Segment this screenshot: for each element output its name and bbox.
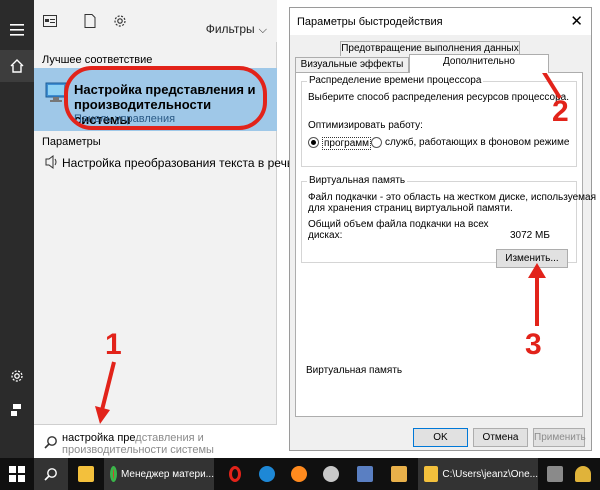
user-account-icon[interactable] <box>0 394 34 426</box>
step-1-arrow <box>95 361 116 424</box>
edge-icon[interactable] <box>252 458 282 490</box>
taskbar-item-explorer-path[interactable]: C:\Users\jeanz\One... <box>418 458 538 490</box>
background-services-radio[interactable] <box>371 137 382 148</box>
search-query-text: настройка представления и производительн… <box>62 432 272 456</box>
processor-scheduling-title: Распределение времени процессора <box>307 75 484 86</box>
virtual-memory-description-line2: для хранения страниц виртуальной памяти. <box>308 203 513 214</box>
file-explorer-icon[interactable] <box>70 458 102 490</box>
chrome-icon <box>110 466 117 482</box>
home-icon[interactable] <box>0 50 34 82</box>
search-toolbar: Фильтры ⌵ <box>34 0 277 42</box>
hamburger-menu-icon[interactable] <box>0 14 34 46</box>
chevron-down-icon: ⌵ <box>258 24 267 36</box>
virtual-memory-lower-label: Виртуальная память <box>306 365 403 376</box>
taskbar-item-label: Менеджер матери... <box>120 468 214 480</box>
settings-gear-icon[interactable] <box>0 360 34 392</box>
dialog-title: Параметры быстродействия <box>297 16 443 28</box>
search-icon <box>44 435 58 449</box>
start-rail <box>0 0 34 458</box>
app-icon-paint[interactable] <box>384 458 414 490</box>
settings-header: Параметры <box>42 136 101 148</box>
programs-radio[interactable] <box>308 137 319 148</box>
paging-total-label-line2: дисках: <box>308 230 343 241</box>
highlight-annotation-ring <box>64 66 267 130</box>
virtual-memory-title: Виртуальная память <box>307 175 408 186</box>
filters-dropdown[interactable]: Фильтры ⌵ <box>206 22 267 37</box>
apply-button[interactable]: Применить <box>533 428 586 447</box>
folder-icon <box>424 466 439 482</box>
best-match-header: Лучшее соответствие <box>42 54 153 66</box>
search-results-panel: Фильтры ⌵ Лучшее соответствие Настройка п… <box>34 0 293 458</box>
firefox-icon[interactable] <box>284 458 314 490</box>
virtual-memory-description-line1: Файл подкачки - это область на жестком д… <box>308 192 597 203</box>
optimize-label: Оптимизировать работу: <box>308 120 423 131</box>
tab-visual-effects[interactable]: Визуальные эффекты <box>295 57 409 72</box>
search-input[interactable]: настройка представления и производительн… <box>34 424 277 458</box>
settings-filter-icon[interactable] <box>112 14 128 30</box>
settings-result-item[interactable]: Настройка преобразования текста в речь <box>34 152 293 176</box>
background-services-label[interactable]: служб, работающих в фоновом режиме <box>385 137 569 148</box>
filters-label: Фильтры <box>205 22 255 36</box>
step-3-number: 3 <box>525 328 542 361</box>
documents-icon[interactable] <box>82 14 98 30</box>
taskbar-item-label: C:\Users\jeanz\One... <box>442 468 538 480</box>
taskbar: Менеджер матери... C:\Users\jeanz\One... <box>0 458 600 490</box>
search-icon <box>44 468 57 481</box>
key-icon[interactable] <box>570 458 596 490</box>
windows-logo-icon <box>9 466 25 482</box>
cancel-button[interactable]: Отмена <box>473 428 528 447</box>
taskbar-search-button[interactable] <box>34 458 68 490</box>
app-icon-system[interactable] <box>542 458 568 490</box>
step-3-arrow <box>528 263 546 326</box>
step-1-number: 1 <box>105 328 122 361</box>
taskbar-item-file-manager[interactable]: Менеджер матери... <box>104 458 214 490</box>
tab-advanced[interactable]: Дополнительно <box>409 54 549 73</box>
advanced-tab-page: Распределение времени процессора Выберит… <box>295 72 596 417</box>
paging-total-label-line1: Общий объем файла подкачки на всех <box>308 219 489 230</box>
paging-total-value: 3072 МБ <box>510 230 550 241</box>
opera-icon[interactable] <box>220 458 250 490</box>
dialog-titlebar: Параметры быстродействия ✕ <box>290 8 591 35</box>
close-icon[interactable]: ✕ <box>570 12 583 30</box>
app-icon-ccleaner[interactable] <box>316 458 346 490</box>
search-query: настройка пре <box>62 432 136 444</box>
settings-result-label: Настройка преобразования текста в речь <box>62 156 294 170</box>
app-icon-monitor[interactable] <box>350 458 380 490</box>
ok-button[interactable]: OK <box>413 428 468 447</box>
speech-settings-icon <box>44 155 60 171</box>
all-results-icon[interactable] <box>42 14 58 30</box>
programs-radio-label[interactable]: программ <box>322 137 372 150</box>
start-button[interactable] <box>0 458 34 490</box>
